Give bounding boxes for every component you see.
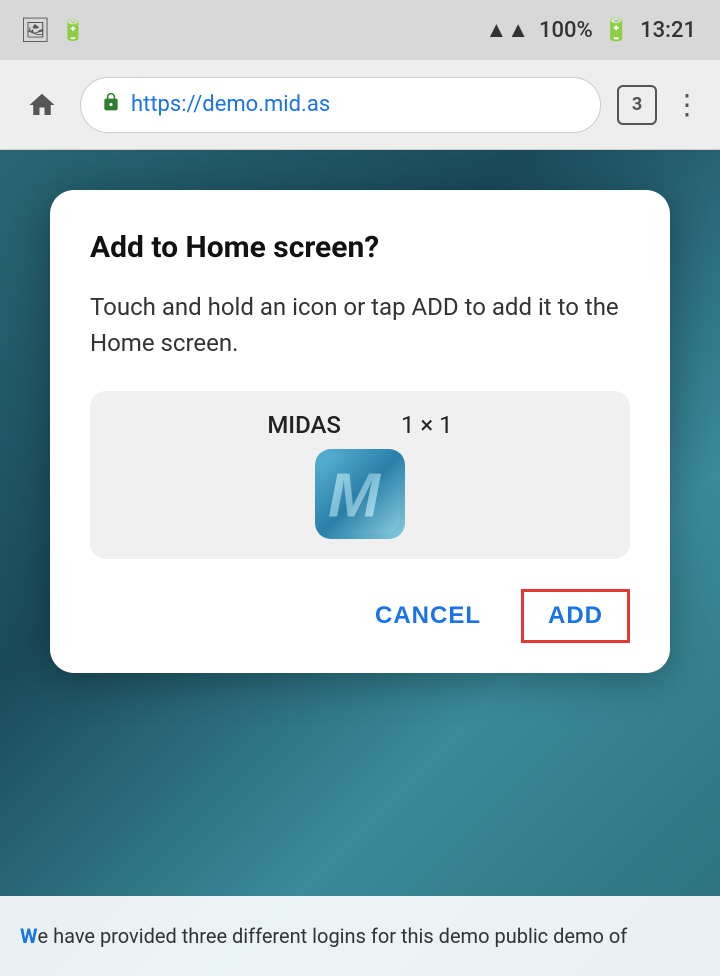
home-icon[interactable] <box>20 83 64 127</box>
time-display: 13:21 <box>640 18 696 43</box>
svg-text:M: M <box>328 461 382 530</box>
icon-info-row: MIDAS 1 × 1 <box>120 411 600 439</box>
app-name-label: MIDAS <box>267 411 341 439</box>
address-bar[interactable]: https://demo.mid.as <box>80 77 601 133</box>
icon-size-label: 1 × 1 <box>401 411 453 439</box>
browser-ui: 🖼 🔋 ▲▲ 100% 🔋 13:21 https://demo.mid.as … <box>0 0 720 150</box>
dialog-title: Add to Home screen? <box>90 230 630 265</box>
battery-small-icon: 🔋 <box>60 18 85 42</box>
add-button[interactable]: ADD <box>521 589 630 643</box>
status-bar-right: ▲▲ 100% 🔋 13:21 <box>485 17 696 43</box>
lock-icon <box>101 92 121 118</box>
add-to-homescreen-dialog: Add to Home screen? Touch and hold an ic… <box>50 190 670 673</box>
more-options-icon[interactable]: ⋮ <box>673 88 700 121</box>
tab-count[interactable]: 3 <box>617 85 657 125</box>
icon-preview-box: MIDAS 1 × 1 <box>90 391 630 559</box>
status-bar-left: 🖼 🔋 <box>20 16 85 44</box>
status-bar: 🖼 🔋 ▲▲ 100% 🔋 13:21 <box>0 0 720 60</box>
dialog-buttons: CANCEL ADD <box>90 589 630 643</box>
bottom-bar-highlight: W <box>20 924 38 948</box>
dialog-message: Touch and hold an icon or tap ADD to add… <box>90 289 630 361</box>
bottom-bar: We have provided three different logins … <box>0 896 720 976</box>
battery-percentage: 100% <box>539 18 593 43</box>
browser-bar: https://demo.mid.as 3 ⋮ <box>0 60 720 150</box>
gallery-icon: 🖼 <box>20 16 50 44</box>
cancel-button[interactable]: CANCEL <box>355 592 501 640</box>
bottom-bar-text: We have provided three different logins … <box>20 924 627 948</box>
url-text: https://demo.mid.as <box>131 92 330 117</box>
app-icon: M <box>315 449 405 539</box>
wifi-icon: ▲▲ <box>485 17 529 43</box>
battery-icon: 🔋 <box>603 18 630 43</box>
